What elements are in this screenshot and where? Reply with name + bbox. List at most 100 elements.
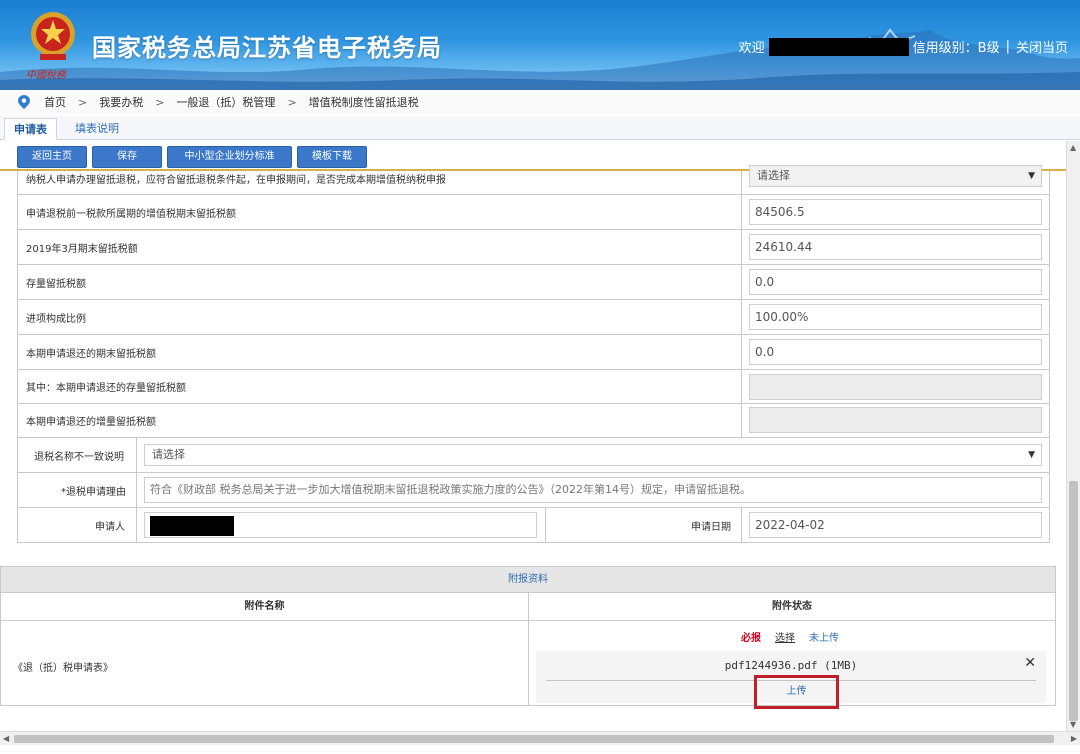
- horizontal-scroll-thumb[interactable]: [14, 735, 1054, 743]
- chevron-down-icon: ▼: [1028, 450, 1035, 460]
- column-divider: [741, 404, 742, 437]
- column-divider: [741, 195, 742, 229]
- slogan: 中國稅務: [26, 70, 66, 81]
- column-divider: [136, 473, 137, 507]
- refund-form: 纳税人申请办理留抵退税，应符合留抵退税条件起，在申报期间，是否完成本期增值税纳税…: [17, 165, 1050, 543]
- breadcrumb-current: 增值税制度性留抵退税: [308, 96, 419, 109]
- tax-emblem-icon: [31, 12, 75, 60]
- column-divider: [741, 230, 742, 264]
- form-row: 进项构成比例 100.00%: [18, 300, 1049, 335]
- column-divider: [741, 300, 742, 334]
- column-divider: [741, 508, 742, 542]
- current-refund-credit-field[interactable]: 0.0: [749, 339, 1042, 365]
- horizontal-scrollbar[interactable]: ◀ ▶: [0, 731, 1080, 745]
- template-download-button[interactable]: 模板下载: [297, 146, 367, 168]
- tab-bar: 申请表 填表说明: [0, 116, 1080, 140]
- form-label: *退税申请理由: [61, 486, 126, 498]
- tab-instructions[interactable]: 填表说明: [66, 118, 128, 140]
- welcome-text: 欢迎: [738, 41, 765, 56]
- separator: |: [1005, 39, 1010, 54]
- form-label: 申请日期: [691, 521, 731, 533]
- page: 中國稅務 国家税务总局江苏省电子税务局 欢迎 信用级别：B级 | 关闭当页 首页…: [0, 0, 1080, 754]
- user-info: 欢迎 信用级别：B级 | 关闭当页: [739, 37, 1068, 56]
- form-row: 申请人 申请日期 2022-04-02: [18, 508, 1049, 543]
- upload-highlight-box: 上传: [754, 675, 839, 709]
- breadcrumb-refund[interactable]: 一般退（抵）税管理: [176, 94, 275, 110]
- form-label: 本期申请退还的期末留抵税额: [26, 348, 156, 360]
- form-label: 本期申请退还的增量留抵税额: [26, 417, 156, 428]
- prior-period-end-credit-field[interactable]: 84506.5: [749, 199, 1042, 225]
- form-label: 申请人: [95, 521, 125, 533]
- select-value: 请选择: [757, 169, 790, 182]
- column-divider: [528, 593, 529, 706]
- form-label: 进项构成比例: [26, 313, 86, 325]
- name-mismatch-select[interactable]: 请选择 ▼: [144, 444, 1042, 466]
- site-title: 国家税务总局江苏省电子税务局: [92, 34, 442, 62]
- required-label: 必报: [741, 633, 761, 644]
- column-divider: [741, 370, 742, 403]
- declaration-completed-select[interactable]: 请选择 ▼: [749, 165, 1042, 187]
- sme-standard-button[interactable]: 中小型企业划分标准: [167, 146, 292, 168]
- back-home-button[interactable]: 返回主页: [17, 146, 87, 168]
- form-row: 本期申请退还的增量留抵税额: [18, 404, 1049, 438]
- close-page-link[interactable]: 关闭当页: [1016, 37, 1068, 56]
- breadcrumb: 首页 > 我要办税 > 一般退（抵）税管理 > 增值税制度性留抵退税: [0, 90, 1080, 114]
- attachment-row-name: 《退（抵）税申请表》: [13, 663, 113, 674]
- column-divider: [545, 508, 546, 542]
- attachments-title: 附报资料: [1, 567, 1055, 593]
- select-value: 请选择: [152, 448, 185, 461]
- column-divider: [136, 438, 137, 472]
- attachment-name-header: 附件名称: [1, 593, 528, 621]
- location-pin-icon: [18, 95, 30, 109]
- breadcrumb-separator: >: [78, 95, 88, 109]
- form-row: 其中：本期申请退还的存量留抵税额: [18, 370, 1049, 404]
- vertical-scroll-thumb[interactable]: [1069, 481, 1078, 721]
- breadcrumb-separator: >: [155, 95, 165, 109]
- close-icon[interactable]: ✕: [1024, 655, 1036, 671]
- input-ratio-field[interactable]: 100.00%: [749, 304, 1042, 330]
- scroll-right-icon[interactable]: ▶: [1071, 734, 1077, 743]
- upload-button[interactable]: 上传: [757, 678, 836, 706]
- stock-credit-field[interactable]: 0.0: [749, 269, 1042, 295]
- scroll-up-icon[interactable]: ▲: [1070, 143, 1076, 152]
- upload-status: 未上传: [809, 633, 839, 644]
- column-divider: [741, 335, 742, 369]
- column-divider: [741, 265, 742, 299]
- breadcrumb-tax[interactable]: 我要办税: [99, 94, 143, 110]
- scroll-left-icon[interactable]: ◀: [3, 734, 9, 743]
- attachment-status-header: 附件状态: [529, 593, 1055, 621]
- form-row: *退税申请理由 符合《财政部 税务总局关于进一步加大增值税期末留抵退税政策实施力…: [18, 473, 1049, 508]
- breadcrumb-separator: >: [287, 95, 297, 109]
- column-divider: [136, 508, 137, 542]
- form-label: 存量留抵税额: [26, 278, 86, 290]
- form-label: 2019年3月期末留抵税额: [26, 243, 138, 255]
- credit-level: 信用级别：B级: [912, 41, 1000, 56]
- attachment-status: 必报 选择 未上传: [741, 629, 839, 644]
- redacted-username: [768, 37, 909, 56]
- form-label: 退税名称不一致说明: [34, 451, 124, 463]
- form-row: 本期申请退还的期末留抵税额 0.0: [18, 335, 1049, 370]
- form-row: 纳税人申请办理留抵退税，应符合留抵退税条件起，在申报期间，是否完成本期增值税纳税…: [18, 165, 1049, 195]
- stock-refund-field: [749, 374, 1042, 400]
- scroll-down-icon[interactable]: ▼: [1070, 720, 1076, 729]
- vertical-scrollbar[interactable]: ▲ ▼: [1066, 141, 1080, 731]
- refund-reason-field[interactable]: 符合《财政部 税务总局关于进一步加大增值税期末留抵退税政策实施力度的公告》（20…: [144, 477, 1042, 503]
- march-2019-credit-field[interactable]: 24610.44: [749, 234, 1042, 260]
- breadcrumb-home[interactable]: 首页: [44, 94, 66, 110]
- file-name: pdf1244936.pdf (1MB): [724, 659, 858, 672]
- chevron-down-icon: ▼: [1028, 171, 1035, 181]
- tab-application-form[interactable]: 申请表: [4, 118, 57, 140]
- form-row: 2019年3月期末留抵税额 24610.44: [18, 230, 1049, 265]
- form-row: 申请退税前一税款所属期的增值税期末留抵税额 84506.5: [18, 195, 1049, 230]
- file-item: pdf1244936.pdf (1MB) ✕ 上传: [536, 651, 1046, 709]
- form-row: 退税名称不一致说明 请选择 ▼: [18, 438, 1049, 473]
- form-label: 其中：本期申请退还的存量留抵税额: [26, 383, 186, 394]
- attachments-panel: 附报资料 附件名称 附件状态 《退（抵）税申请表》 必报 选择 未上传 pdf1…: [0, 566, 1056, 709]
- choose-file-link[interactable]: 选择: [775, 629, 795, 644]
- column-divider: [741, 171, 742, 194]
- applicant-field[interactable]: [144, 512, 537, 538]
- application-date-field[interactable]: 2022-04-02: [749, 512, 1042, 538]
- header-banner: 中國稅務 国家税务总局江苏省电子税务局 欢迎 信用级别：B级 | 关闭当页: [0, 0, 1080, 90]
- form-row: 存量留抵税额 0.0: [18, 265, 1049, 300]
- save-button[interactable]: 保存: [92, 146, 162, 168]
